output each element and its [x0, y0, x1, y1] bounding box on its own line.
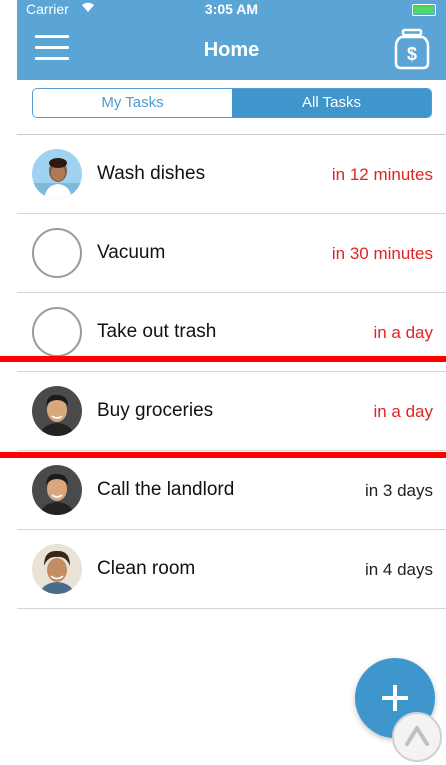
- task-name: Take out trash: [97, 321, 217, 342]
- task-row[interactable]: Clean room in 4 days: [17, 530, 446, 609]
- svg-text:$: $: [407, 44, 417, 64]
- task-name: Vacuum: [97, 242, 166, 263]
- task-name: Buy groceries: [97, 400, 214, 421]
- left-edge-panel: [0, 0, 18, 765]
- scroll-up-button[interactable]: [392, 712, 442, 762]
- woman-photo-avatar: [32, 149, 82, 199]
- empty-circle-avatar[interactable]: [32, 228, 82, 278]
- task-due: in 3 days: [364, 481, 433, 500]
- man-photo-avatar: [32, 386, 82, 436]
- task-name: Clean room: [97, 558, 196, 579]
- task-due: in 12 minutes: [331, 165, 433, 184]
- tab-my-tasks[interactable]: My Tasks: [33, 89, 232, 117]
- status-bar: Carrier 3:05 AM: [17, 0, 446, 20]
- money-jar-icon[interactable]: $: [391, 28, 433, 70]
- task-due: in 30 minutes: [331, 244, 433, 263]
- page-title: Home: [203, 39, 260, 61]
- task-name: Call the landlord: [97, 479, 235, 500]
- task-due: in 4 days: [364, 560, 433, 579]
- empty-circle-avatar[interactable]: [32, 307, 82, 357]
- highlight-line-top: [0, 356, 446, 362]
- task-name: Wash dishes: [97, 163, 206, 184]
- man-photo-avatar: [32, 465, 82, 515]
- app-screen: Carrier 3:05 AM Home $ My Tasks All Task…: [17, 0, 446, 765]
- tab-all-tasks[interactable]: All Tasks: [232, 89, 431, 117]
- highlight-line-bottom: [0, 452, 446, 458]
- battery-icon: [412, 4, 436, 16]
- task-filter-segmented-control: My Tasks All Tasks: [32, 88, 432, 118]
- task-row[interactable]: Buy groceries in a day: [17, 372, 446, 451]
- curly-hair-man-photo-avatar: [32, 544, 82, 594]
- chevron-up-icon: [405, 726, 429, 746]
- task-row[interactable]: Vacuum in 30 minutes: [17, 214, 446, 293]
- task-row[interactable]: Call the landlord in 3 days: [17, 451, 446, 530]
- status-time: 3:05 AM: [204, 1, 259, 17]
- task-due: in a day: [373, 402, 433, 421]
- task-due: in a day: [373, 323, 433, 342]
- task-row[interactable]: Wash dishes in 12 minutes: [17, 135, 446, 214]
- nav-header: Carrier 3:05 AM Home $: [17, 0, 446, 80]
